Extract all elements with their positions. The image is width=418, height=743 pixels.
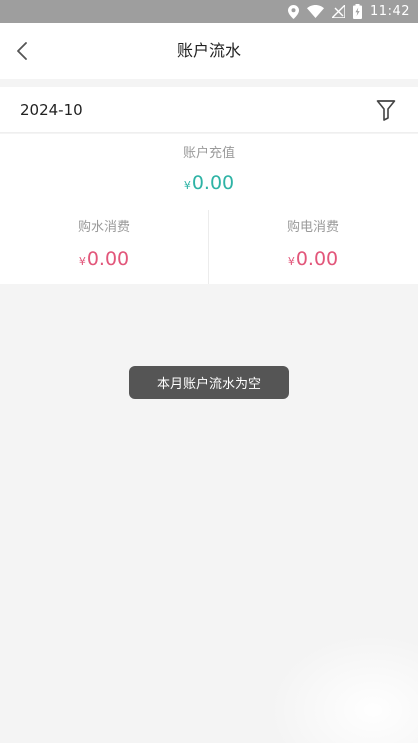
title-bar: 账户流水 — [0, 23, 418, 79]
status-time: 11:42 — [370, 4, 410, 19]
electricity-consumption-value: 0.00 — [295, 248, 339, 270]
water-consumption: 购水消费 ¥0.00 — [0, 208, 208, 284]
month-selector[interactable]: 2024-10 — [20, 87, 83, 133]
water-consumption-value: 0.00 — [86, 248, 130, 270]
recharge-amount: ¥0.00 — [0, 172, 418, 194]
recharge-value: 0.00 — [191, 172, 235, 194]
back-button[interactable] — [6, 35, 38, 67]
filter-button[interactable] — [374, 98, 398, 122]
chevron-left-icon — [17, 42, 27, 60]
recharge-label: 账户充值 — [182, 146, 235, 161]
currency-symbol: ¥ — [78, 255, 86, 268]
electricity-consumption-amount: ¥0.00 — [209, 248, 417, 270]
electricity-consumption-label: 购电消费 — [286, 220, 339, 235]
wifi-icon — [307, 5, 325, 18]
page-title: 账户流水 — [176, 41, 241, 60]
water-consumption-amount: ¥0.00 — [0, 248, 208, 270]
signal-off-icon — [332, 5, 346, 18]
month-filter-row: 2024-10 — [0, 87, 418, 133]
currency-symbol: ¥ — [287, 255, 295, 268]
summary-panel: 账户充值 ¥0.00 购水消费 ¥0.00 购电消费 ¥0.00 — [0, 134, 418, 284]
location-icon — [288, 4, 300, 19]
funnel-icon — [376, 100, 396, 121]
consumption-split: 购水消费 ¥0.00 购电消费 ¥0.00 — [0, 208, 418, 284]
status-bar: 11:42 — [0, 0, 418, 23]
corner-glow — [268, 633, 418, 743]
electricity-consumption: 购电消费 ¥0.00 — [209, 208, 417, 284]
water-consumption-label: 购水消费 — [77, 220, 130, 235]
battery-charging-icon — [353, 4, 363, 19]
currency-symbol: ¥ — [183, 179, 191, 192]
empty-toast: 本月账户流水为空 — [129, 366, 289, 399]
